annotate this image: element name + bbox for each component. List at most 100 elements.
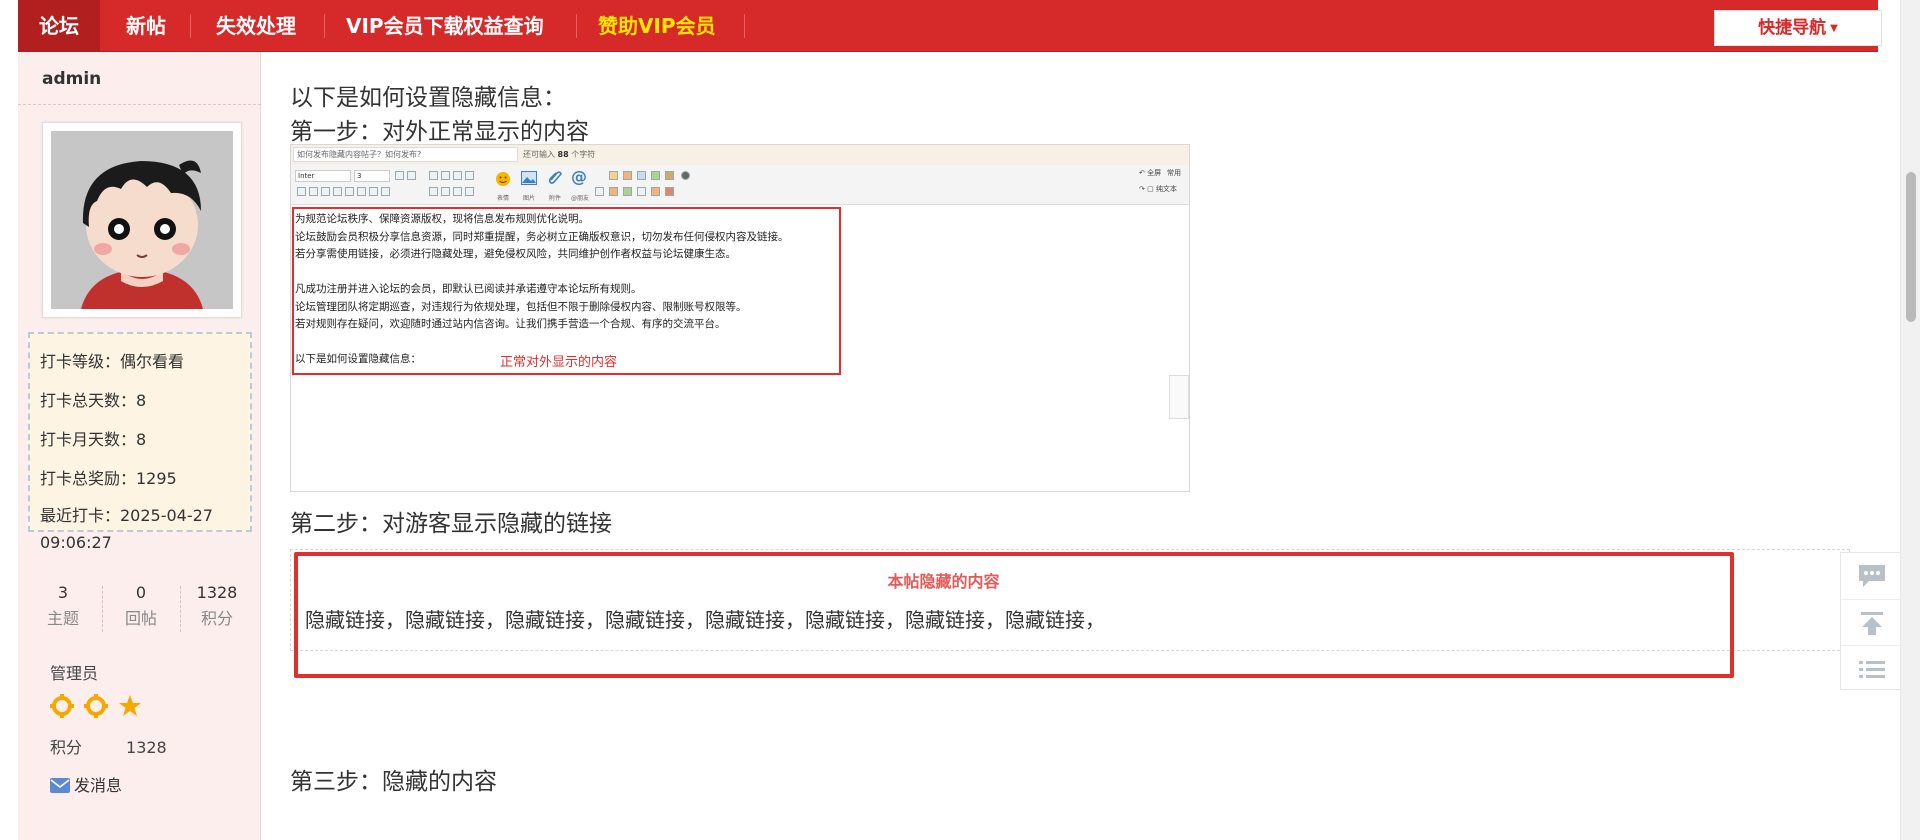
toolbar-button: [681, 171, 690, 180]
rank-stars: [50, 694, 147, 718]
editor-title-input: 如何发布隐藏内容帖子？如何发布?: [293, 147, 518, 162]
highlight-box: [294, 552, 1734, 678]
intro-heading: 以下是如何设置隐藏信息：: [290, 85, 566, 111]
toolbar-button: [297, 187, 306, 196]
author-sidebar: admin 打卡等级：偶尔看看 打卡总天数：8 打卡月天数：8 打卡总奖励：12…: [18, 52, 261, 840]
toolbar-button: [345, 187, 354, 196]
stat-value: 0: [135, 583, 147, 602]
back-to-top-icon: [1861, 612, 1883, 635]
toolbar-button: [429, 187, 438, 196]
nav-invalid-handling[interactable]: 失效处理: [216, 0, 296, 52]
editor-remaining-chars: 还可输入 88 个字符: [523, 149, 595, 160]
remaining-count: 88: [557, 150, 569, 159]
nav-vip-rights[interactable]: VIP会员下载权益查询: [346, 0, 544, 52]
step1-heading: 第一步：对外正常显示的内容: [290, 119, 589, 145]
toolbar-button: [429, 171, 438, 180]
toolbar-button: [637, 187, 646, 196]
nav-separator: [576, 14, 577, 38]
toolbar-button: [651, 187, 660, 196]
stat-value: 1328: [196, 583, 238, 602]
at-icon: @: [571, 167, 587, 186]
floating-toolbar: [1840, 552, 1903, 691]
quick-nav-label: 快捷导航: [1758, 18, 1827, 38]
attachment-icon: [548, 171, 562, 184]
toolbar-button: [407, 171, 416, 180]
divider: [180, 586, 181, 632]
stat-label: 积分: [200, 609, 233, 628]
checkin-info: 打卡等级：偶尔看看 打卡总天数：8 打卡月天数：8 打卡总奖励：1295 最近打…: [28, 332, 252, 552]
emoji-icon: [496, 172, 510, 186]
list-button[interactable]: [1841, 645, 1903, 691]
step2-heading: 第二步：对游客显示隐藏的链接: [290, 511, 612, 537]
remaining-suffix: 个字符: [571, 150, 596, 159]
checkin-total-days: 打卡总天数：8: [40, 391, 147, 410]
user-stats: 3 主题 0 回帖 1328 积分: [28, 580, 252, 640]
toolbar-button: [333, 187, 342, 196]
toolbar-button: [609, 187, 618, 196]
sun-icon: [84, 694, 109, 718]
nav-sponsor-vip[interactable]: 赞助VIP会员: [598, 0, 716, 52]
size-select: 3: [354, 170, 390, 182]
toolbar-button: [395, 171, 404, 180]
toolbar-button: [369, 187, 378, 196]
toolbar-button: [465, 187, 474, 196]
divider: [102, 586, 103, 632]
stat-label: 主题: [46, 609, 79, 628]
toolbar-button: [465, 171, 474, 180]
toolbar-button: [453, 187, 462, 196]
toolbar-label: 表情: [497, 195, 510, 202]
editor-screenshot-image[interactable]: 如何发布隐藏内容帖子？如何发布? 还可输入 88 个字符 Inter 3 @ 表…: [290, 144, 1190, 492]
checkin-total-reward: 打卡总奖励：1295: [40, 469, 177, 488]
stat-points[interactable]: 1328 积分: [182, 580, 252, 632]
star-icon: [118, 694, 142, 718]
plaintext-label: 纯文本: [1155, 185, 1177, 193]
page-scrollbar[interactable]: [1900, 0, 1920, 840]
username[interactable]: admin: [42, 69, 101, 89]
top-nav-bar: 论坛 新帖 失效处理 VIP会员下载权益查询 赞助VIP会员 快捷导航 ▼: [18, 0, 1882, 52]
quick-nav-button[interactable]: 快捷导航 ▼: [1714, 10, 1882, 46]
toolbar-label: @朋友: [571, 195, 590, 202]
font-select: Inter: [295, 170, 351, 182]
toolbar-right-label: ↶ 全屏: [1139, 169, 1162, 177]
fullscreen-label: 全屏: [1147, 169, 1162, 177]
toolbar-button: [441, 171, 450, 180]
toolbar-button: [637, 171, 646, 180]
page: 论坛 新帖 失效处理 VIP会员下载权益查询 赞助VIP会员 快捷导航 ▼ adm…: [0, 0, 1920, 840]
toolbar-button: [623, 187, 632, 196]
avatar[interactable]: [42, 122, 242, 318]
toolbar-button: [665, 171, 674, 180]
chevron-down-icon: ▼: [1830, 23, 1838, 34]
points-value: 1328: [126, 738, 167, 757]
editor-side-tools: [1169, 375, 1189, 419]
scrollbar-thumb[interactable]: [1906, 172, 1916, 322]
nav-forum[interactable]: 论坛: [18, 0, 100, 52]
toolbar-button: [609, 171, 618, 180]
toolbar-button: [651, 171, 660, 180]
user-role[interactable]: 管理员: [50, 660, 98, 684]
toolbar-right-label: ↷ ▢ 纯文本: [1139, 185, 1177, 193]
toolbar-button: [665, 187, 674, 196]
nav-new-posts[interactable]: 新帖: [126, 0, 166, 52]
stat-value: 3: [57, 583, 69, 602]
highlight-box: [292, 207, 841, 375]
points-label: 积分: [50, 738, 83, 757]
toolbar-button: [321, 187, 330, 196]
toolbar-right-label: 常用: [1167, 169, 1181, 177]
stat-replies[interactable]: 0 回帖: [106, 580, 176, 632]
back-to-top-button[interactable]: [1841, 599, 1903, 645]
post-content: 以下是如何设置隐藏信息： 第一步：对外正常显示的内容 如何发布隐藏内容帖子？如何…: [262, 52, 1877, 840]
comment-button[interactable]: [1841, 553, 1903, 599]
send-message-label: 发消息: [74, 776, 123, 795]
editor-title-bar: 如何发布隐藏内容帖子？如何发布? 还可输入 88 个字符: [291, 145, 1189, 165]
stat-threads[interactable]: 3 主题: [28, 580, 98, 632]
nav-separator: [324, 14, 325, 38]
toolbar-label: 附件: [549, 195, 562, 202]
toolbar-button: [623, 171, 632, 180]
points-row: 积分 1328: [50, 734, 167, 758]
list-icon: [1859, 661, 1885, 678]
nav-separator: [190, 14, 191, 38]
send-message-link[interactable]: 发消息: [50, 772, 122, 796]
divider: [18, 104, 261, 105]
editor-hscroll: [319, 491, 519, 492]
toolbar-button: [453, 171, 462, 180]
